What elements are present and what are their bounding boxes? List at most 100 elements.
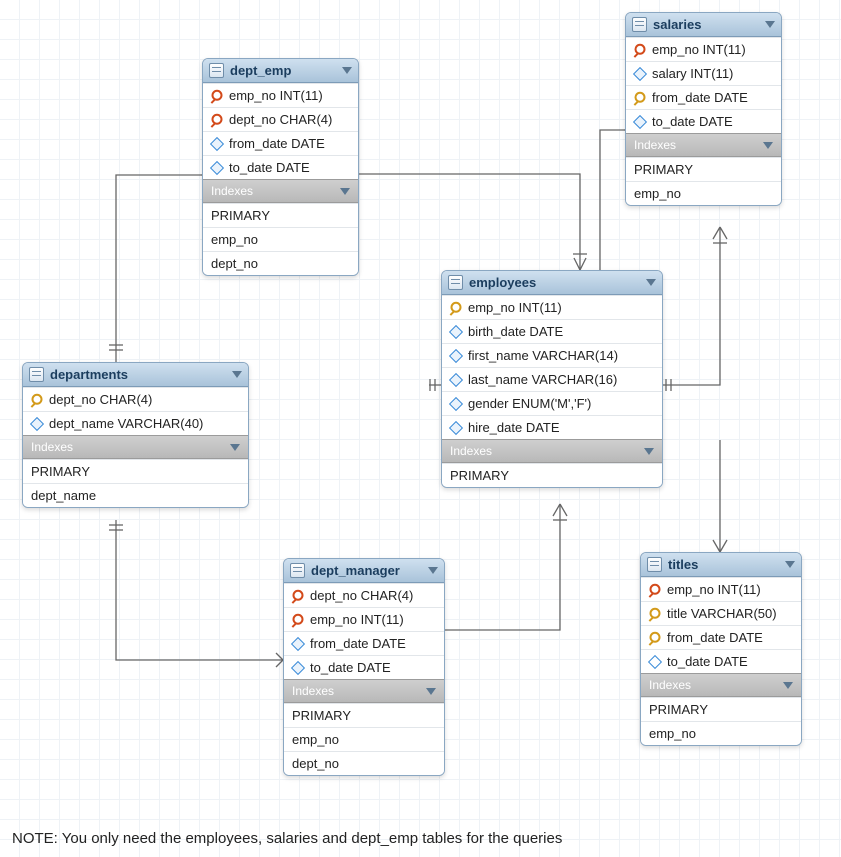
column-row[interactable]: last_name VARCHAR(16) (442, 367, 662, 391)
diamond-icon (449, 348, 463, 362)
collapse-icon[interactable] (785, 561, 795, 568)
index-row[interactable]: dept_no (284, 751, 444, 775)
key-icon (209, 87, 226, 104)
indexes-label: Indexes (292, 684, 334, 698)
table-titles[interactable]: titles emp_no INT(11)title VARCHAR(50)fro… (640, 552, 802, 746)
collapse-icon[interactable] (763, 142, 773, 149)
column-label: dept_no CHAR(4) (229, 112, 332, 127)
collapse-icon[interactable] (428, 567, 438, 574)
table-titlebar[interactable]: departments (23, 363, 248, 387)
collapse-icon[interactable] (426, 688, 436, 695)
index-row[interactable]: PRIMARY (641, 697, 801, 721)
index-row[interactable]: emp_no (203, 227, 358, 251)
collapse-icon[interactable] (646, 279, 656, 286)
column-row[interactable]: emp_no INT(11) (641, 577, 801, 601)
column-row[interactable]: first_name VARCHAR(14) (442, 343, 662, 367)
column-row[interactable]: title VARCHAR(50) (641, 601, 801, 625)
column-label: last_name VARCHAR(16) (468, 372, 617, 387)
table-titlebar[interactable]: titles (641, 553, 801, 577)
diamond-icon (210, 160, 224, 174)
table-departments[interactable]: departments dept_no CHAR(4) dept_name VARC… (22, 362, 249, 508)
column-label: to_date DATE (229, 160, 310, 175)
column-label: to_date DATE (667, 654, 748, 669)
table-title: dept_emp (230, 63, 291, 78)
collapse-icon[interactable] (340, 188, 350, 195)
table-dept-manager[interactable]: dept_managerdept_no CHAR(4) emp_no INT(11… (283, 558, 445, 776)
collapse-icon[interactable] (783, 682, 793, 689)
column-label: from_date DATE (229, 136, 325, 151)
table-salaries[interactable]: salaries emp_no INT(11) salary INT(11) from… (625, 12, 782, 206)
key-icon (632, 41, 649, 58)
column-row[interactable]: from_date DATE (203, 131, 358, 155)
key-icon (448, 299, 465, 316)
index-row[interactable]: PRIMARY (203, 203, 358, 227)
index-row[interactable]: PRIMARY (626, 157, 781, 181)
index-row[interactable]: PRIMARY (442, 463, 662, 487)
index-row[interactable]: PRIMARY (284, 703, 444, 727)
column-row[interactable]: birth_date DATE (442, 319, 662, 343)
index-row[interactable]: emp_no (284, 727, 444, 751)
column-row[interactable]: hire_date DATE (442, 415, 662, 439)
index-row[interactable]: emp_no (626, 181, 781, 205)
table-title: departments (50, 367, 128, 382)
column-label: emp_no INT(11) (229, 88, 323, 103)
collapse-icon[interactable] (342, 67, 352, 74)
diamond-icon (449, 420, 463, 434)
column-row[interactable]: emp_no INT(11) (626, 37, 781, 61)
table-titlebar[interactable]: dept_manager (284, 559, 444, 583)
column-label: gender ENUM('M','F') (468, 396, 591, 411)
column-row[interactable]: dept_no CHAR(4) (23, 387, 248, 411)
column-row[interactable]: gender ENUM('M','F') (442, 391, 662, 415)
index-row[interactable]: emp_no (641, 721, 801, 745)
diamond-icon (449, 396, 463, 410)
column-row[interactable]: emp_no INT(11) (284, 607, 444, 631)
table-icon (209, 63, 224, 78)
collapse-icon[interactable] (644, 448, 654, 455)
column-row[interactable]: emp_no INT(11) (442, 295, 662, 319)
er-canvas: dept_emp emp_no INT(11) dept_no CHAR(4) fro… (0, 0, 841, 857)
index-row[interactable]: dept_name (23, 483, 248, 507)
column-row[interactable]: to_date DATE (641, 649, 801, 673)
table-titlebar[interactable]: employees (442, 271, 662, 295)
collapse-icon[interactable] (765, 21, 775, 28)
index-row[interactable]: dept_no (203, 251, 358, 275)
column-row[interactable]: dept_no CHAR(4) (203, 107, 358, 131)
table-employees[interactable]: employeesemp_no INT(11)birth_date DATEfi… (441, 270, 663, 488)
column-row[interactable]: dept_name VARCHAR(40) (23, 411, 248, 435)
column-row[interactable]: emp_no INT(11) (203, 83, 358, 107)
column-label: dept_name VARCHAR(40) (49, 416, 203, 431)
column-label: emp_no INT(11) (310, 612, 404, 627)
indexes-section-header[interactable]: Indexes (626, 133, 781, 157)
diamond-icon (449, 372, 463, 386)
column-row[interactable]: from_date DATE (641, 625, 801, 649)
indexes-section-header[interactable]: Indexes (203, 179, 358, 203)
column-label: emp_no INT(11) (652, 42, 746, 57)
column-row[interactable]: from_date DATE (626, 85, 781, 109)
column-row[interactable]: dept_no CHAR(4) (284, 583, 444, 607)
table-dept-emp[interactable]: dept_emp emp_no INT(11) dept_no CHAR(4) fro… (202, 58, 359, 276)
key-icon (632, 89, 649, 106)
diamond-icon (449, 324, 463, 338)
column-row[interactable]: to_date DATE (203, 155, 358, 179)
column-row[interactable]: to_date DATE (626, 109, 781, 133)
column-row[interactable]: from_date DATE (284, 631, 444, 655)
indexes-section-header[interactable]: Indexes (442, 439, 662, 463)
table-titlebar[interactable]: dept_emp (203, 59, 358, 83)
index-row[interactable]: PRIMARY (23, 459, 248, 483)
collapse-icon[interactable] (230, 444, 240, 451)
column-row[interactable]: to_date DATE (284, 655, 444, 679)
column-label: from_date DATE (310, 636, 406, 651)
collapse-icon[interactable] (232, 371, 242, 378)
column-label: from_date DATE (652, 90, 748, 105)
table-title: titles (668, 557, 698, 572)
column-label: hire_date DATE (468, 420, 560, 435)
indexes-section-header[interactable]: Indexes (284, 679, 444, 703)
column-label: to_date DATE (310, 660, 391, 675)
key-icon (647, 629, 664, 646)
indexes-section-header[interactable]: Indexes (23, 435, 248, 459)
diamond-icon (633, 66, 647, 80)
diamond-icon (210, 136, 224, 150)
column-row[interactable]: salary INT(11) (626, 61, 781, 85)
table-titlebar[interactable]: salaries (626, 13, 781, 37)
indexes-section-header[interactable]: Indexes (641, 673, 801, 697)
